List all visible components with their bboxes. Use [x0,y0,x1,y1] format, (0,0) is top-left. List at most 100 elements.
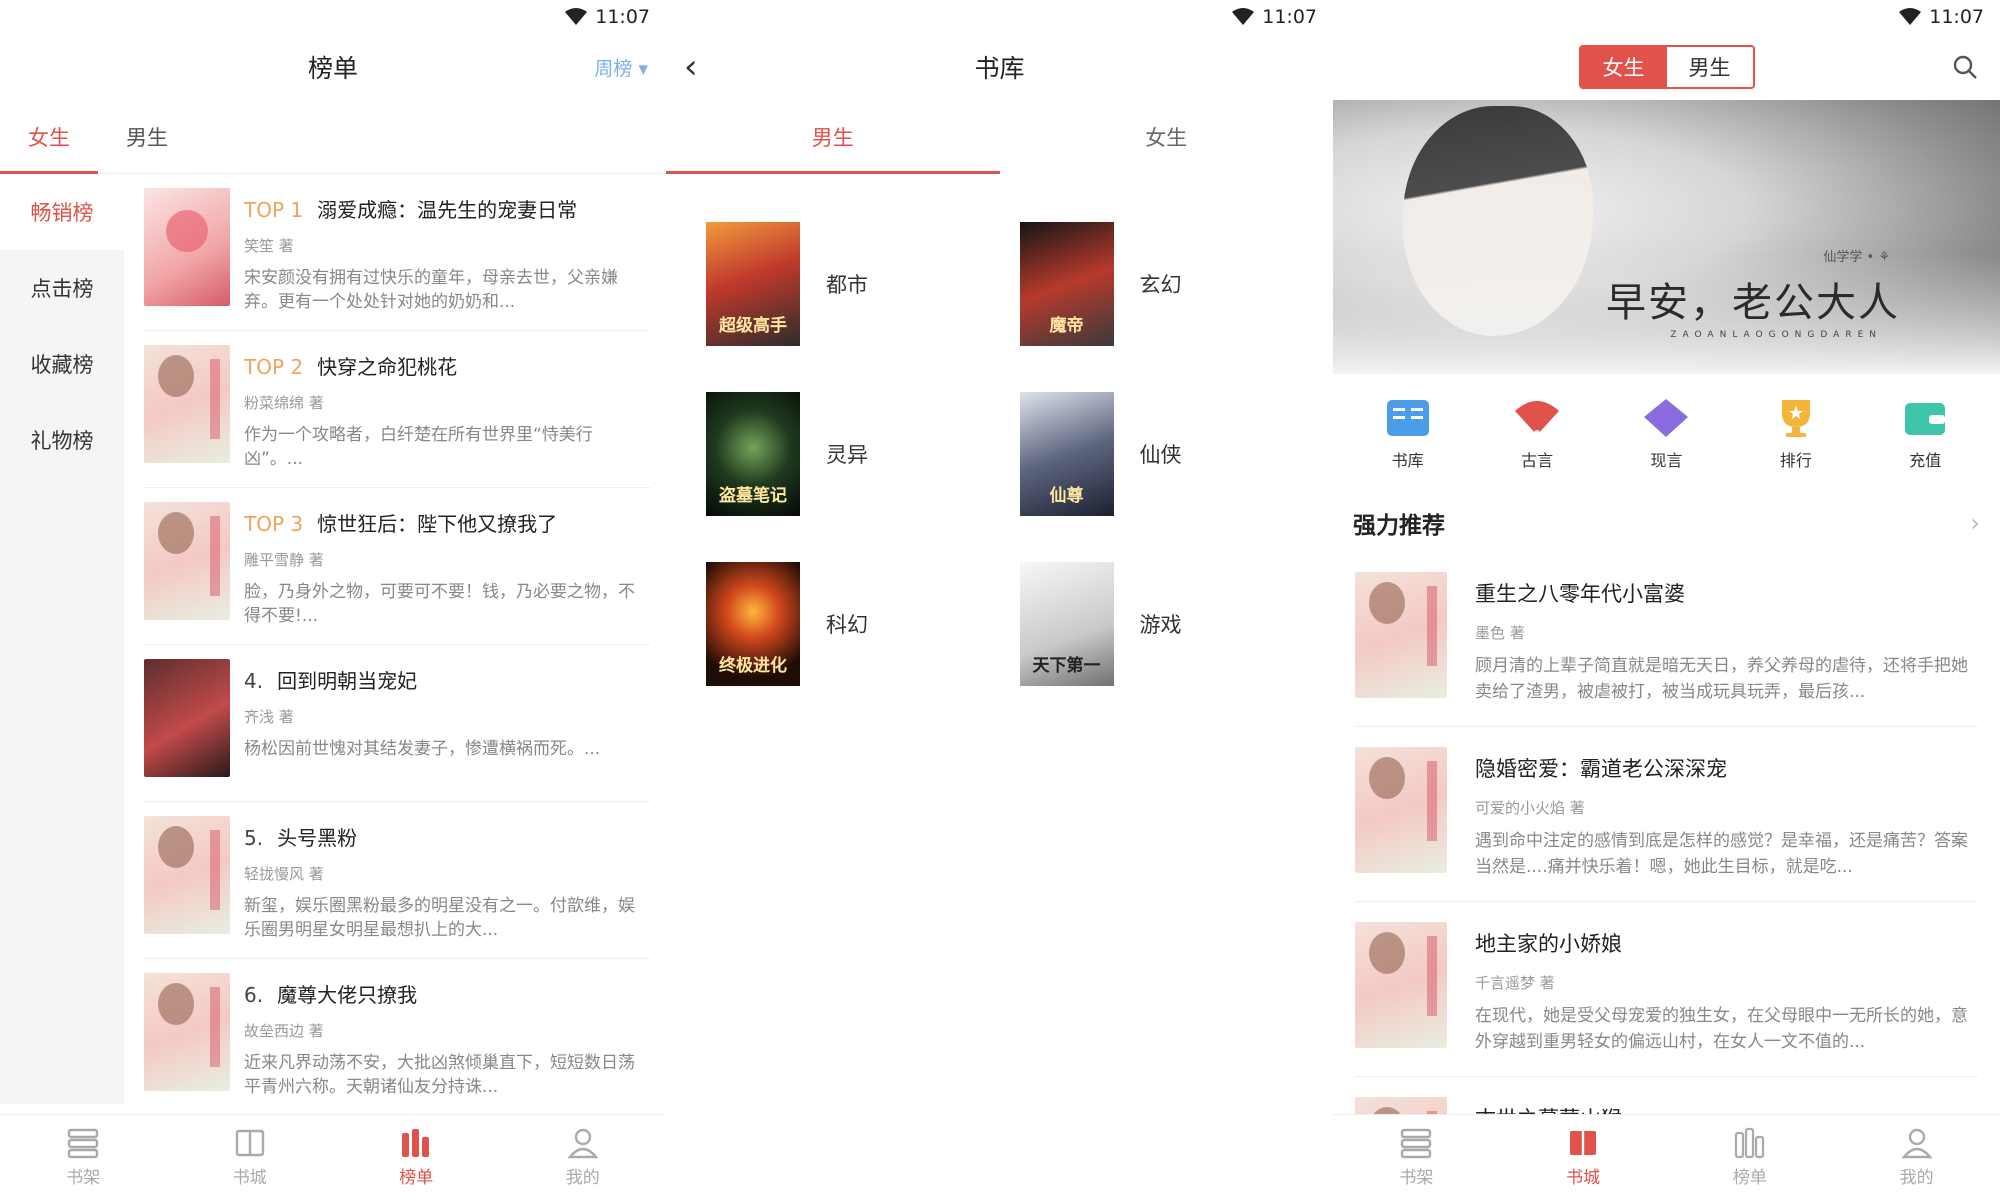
top-bar: ‹ 书库 [666,34,1333,100]
list-item[interactable]: 隐婚密爱：霸道老公深深宠 可爱的小火焰 著 遇到命中注定的感情到底是怎样的感觉？… [1355,727,1978,902]
banner[interactable]: 仙学学 • ⚘ 早安，老公大人 ZAOANLAOGONGDAREN [1333,100,2000,374]
status-time: 11:07 [1929,6,1984,28]
book-cover [1355,747,1447,873]
list-item[interactable]: TOP 2 快穿之命犯桃花 粉菜绵绵 著 作为一个攻略者，白纤楚在所有世界里“恃美… [144,331,650,488]
user-icon [567,1128,599,1159]
quick-label: 古言 [1521,451,1554,470]
book-title: 魔尊大佬只撩我 [277,983,418,1007]
rank-number: 6. [244,983,264,1007]
section-header[interactable]: 强力推荐 › [1333,494,2000,552]
book-cover [144,973,230,1091]
gender-tabs: 男生 女生 [666,100,1333,174]
quick-recharge[interactable]: 充值 [1901,397,1949,471]
rank-number: 5. [244,826,264,850]
book-author: 故垒西边 著 [244,1022,324,1040]
category-item[interactable]: 魔帝 玄幻 [1019,222,1334,346]
switch-male[interactable]: 男生 [1666,47,1753,87]
page-title: 书库 [974,54,1025,83]
tab-female[interactable]: 女生 [0,100,98,174]
nav-ranking[interactable]: 榜单 [333,1115,500,1200]
tab-female[interactable]: 女生 [1000,100,1334,174]
book-author: 千言遥梦 著 [1475,974,1555,992]
book-title: 头号黑粉 [277,826,358,850]
book-title: 快穿之命犯桃花 [317,355,458,379]
list-item[interactable]: TOP 3 惊世狂后：陛下他又撩我了 雕平雪静 著 脸，乃身外之物，可要可不要！钱… [144,488,650,645]
gender-tabs: 女生 男生 [0,100,666,174]
list-item[interactable]: 地主家的小娇娘 千言遥梦 著 在现代，她是受父母宠爱的独生女，在父母眼中一无所长… [1355,902,1978,1077]
tab-male[interactable]: 男生 [666,100,1000,174]
cover-text: 天下第一 [1032,656,1101,676]
banner-title: 早安，老公大人 [1606,280,1900,326]
quick-label: 现言 [1650,451,1683,470]
wifi-icon [1899,8,1922,25]
category-item[interactable]: 盗墓笔记 灵异 [706,392,1020,516]
category-item[interactable]: 天下第一 游戏 [1019,562,1334,686]
rank-type-clicks[interactable]: 点击榜 [0,250,124,326]
ranking-icon [402,1129,430,1157]
rank-type-bestseller[interactable]: 畅销榜 [0,174,124,250]
quick-modern-romance[interactable]: 现言 [1642,397,1690,471]
gender-switch: 女生 男生 [1578,45,1755,89]
list-item[interactable]: 重生之八零年代小富婆 墨色 著 顾月清的上辈子简直就是暗无天日，养父养母的虐待，… [1355,552,1978,727]
ranking-screen: 11:07 榜单 周榜 ▾ 女生 男生 畅销榜 点击榜 收藏榜 礼物榜 TOP … [0,0,666,1200]
open-book-icon [235,1129,264,1157]
user-icon [1901,1128,1933,1159]
book-title: 惊世狂后：陛下他又撩我了 [317,512,558,536]
book-title: 地主家的小娇娘 [1475,932,1622,956]
search-icon[interactable] [1952,54,1978,80]
rank-number: TOP 2 [244,355,304,379]
list-item[interactable]: TOP 1 溺爱成瘾：温先生的宠妻日常 笑笙 著 宋安颜没有拥有过快乐的童年，母亲… [144,174,650,331]
wifi-icon [1232,8,1255,25]
nav-label: 书架 [66,1168,101,1188]
book-desc: 宋安颜没有拥有过快乐的童年，母亲去世，父亲嫌弃。更有一个处处针对她的奶奶和... [244,268,618,312]
status-time: 11:07 [595,6,650,28]
section-title: 强力推荐 [1353,513,1445,539]
period-dropdown[interactable]: 周榜 ▾ [594,54,648,81]
rank-type-nav: 畅销榜 点击榜 收藏榜 礼物榜 [0,174,124,1104]
tab-male[interactable]: 男生 [98,100,196,173]
book-desc: 新玺，娱乐圈黑粉最多的明星没有之一。付歆维，娱乐圈男明星女明星最想扒上的大... [244,896,635,940]
category-name: 灵异 [826,443,868,467]
library-screen: 11:07 ‹ 书库 男生 女生 超级高手 都市 魔帝 玄幻 盗墓笔记 灵异 仙… [666,0,1333,1200]
rank-type-favorites[interactable]: 收藏榜 [0,326,124,402]
quick-library[interactable]: 书库 [1384,397,1432,471]
category-item[interactable]: 仙尊 仙侠 [1019,392,1334,516]
category-item[interactable]: 超级高手 都市 [706,222,1020,346]
category-grid: 超级高手 都市 魔帝 玄幻 盗墓笔记 灵异 仙尊 仙侠 终极进化 科幻 天下第一… [666,174,1333,686]
book-desc: 顾月清的上辈子简直就是暗无天日，养父养母的虐待，还将手把她卖给了渣男，被虐被打，… [1475,656,1968,702]
book-cover [1355,572,1447,698]
bookshelf-icon [1401,1128,1432,1159]
category-name: 玄幻 [1139,273,1182,297]
category-item[interactable]: 终极进化 科幻 [706,562,1020,686]
switch-female[interactable]: 女生 [1580,47,1667,87]
list-item[interactable]: 4. 回到明朝当宠妃 齐浅 著 杨松因前世愧对其结发妻子，惨遭横祸而死。... [144,645,650,802]
book-author: 雕平雪静 著 [244,551,324,569]
quick-label: 充值 [1909,451,1942,470]
cover-text: 盗墓笔记 [719,486,787,506]
nav-ranking[interactable]: 榜单 [1667,1115,1834,1200]
quick-ranking[interactable]: 排行 [1772,397,1820,471]
nav-profile[interactable]: 我的 [500,1115,667,1200]
list-item[interactable]: 5. 头号黑粉 轻拢慢风 著 新玺，娱乐圈黑粉最多的明星没有之一。付歆维，娱乐圈男… [144,802,650,959]
nav-label: 榜单 [1732,1168,1767,1188]
nav-bookstore[interactable]: 书城 [1500,1115,1667,1200]
book-cover [1355,922,1447,1048]
bottom-nav: 书架 书城 榜单 我的 [0,1114,666,1200]
list-item[interactable]: 6. 魔尊大佬只撩我 故垒西边 著 近来凡界动荡不安，大批凶煞倾巢直下，短短数日荡… [144,959,650,1116]
status-bar: 11:07 [0,0,666,34]
rank-type-gifts[interactable]: 礼物榜 [0,402,124,478]
nav-bookstore[interactable]: 书城 [167,1115,334,1200]
quick-ancient-romance[interactable]: 古言 [1513,397,1561,471]
book-cover [144,345,230,463]
nav-profile[interactable]: 我的 [1833,1115,2000,1200]
book-title: 回到明朝当宠妃 [277,669,418,693]
nav-bookshelf[interactable]: 书架 [1333,1115,1500,1200]
status-bar: 11:07 [1333,0,2000,34]
nav-bookshelf[interactable]: 书架 [0,1115,167,1200]
status-time: 11:07 [1262,6,1317,28]
book-cover [144,816,230,934]
back-icon[interactable]: ‹ [684,47,698,87]
rank-number: 4. [244,669,264,693]
nav-label: 我的 [565,1168,600,1188]
chevron-right-icon: › [1970,509,1980,537]
